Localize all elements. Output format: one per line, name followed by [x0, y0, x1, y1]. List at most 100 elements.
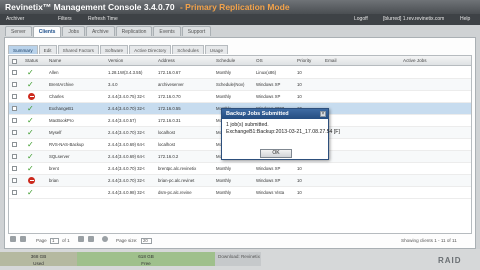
- row-checkbox[interactable]: [12, 154, 17, 159]
- cell-schedule: Monthly: [216, 166, 232, 171]
- user-host: [blurred] 1.rev.revinetix.com: [383, 16, 445, 22]
- subtab-shared-factors[interactable]: Shared Factors: [57, 45, 99, 54]
- cell-address: dsm-pc.alc.revine: [158, 190, 192, 195]
- cell-version: 2.4.4(3.4.0.70) 32-t: [108, 178, 145, 183]
- cell-address: 172.16.0.2: [158, 154, 179, 159]
- page-count: of 1: [62, 238, 70, 243]
- backup-jobs-dialog: Backup Jobs Submitted × 1 job(s) submitt…: [221, 108, 340, 160]
- subtab-usage[interactable]: Usage: [204, 45, 229, 54]
- cell-address: 172.16.0.67: [158, 70, 181, 75]
- row-checkbox[interactable]: [12, 142, 17, 147]
- row-checkbox[interactable]: [12, 94, 17, 99]
- tab-server[interactable]: Server: [5, 26, 32, 36]
- tab-events[interactable]: Events: [153, 26, 181, 36]
- cell-address: archiveserver: [158, 82, 184, 87]
- col-os[interactable]: OS: [256, 56, 263, 66]
- cell-priority: 10: [297, 166, 302, 171]
- table-row[interactable]: ✓ Allen 1.28.1W(3.4.3.55) 172.16.0.67 Monthl…: [9, 67, 471, 79]
- row-checkbox[interactable]: [12, 130, 17, 135]
- prev-page-button[interactable]: [20, 235, 26, 247]
- cell-version: 2.4.4(3.4.0.70) 32-t: [108, 166, 145, 171]
- free-space-segment: 618 GB Free: [77, 252, 215, 266]
- dialog-message: 1 job(s) submitted. ExchangeB1:Backup:20…: [226, 122, 340, 135]
- subtab-summary[interactable]: Summary: [8, 45, 38, 54]
- table-row[interactable]: Charles 2.4.4(3.4.0.75) 32-t 172.16.0.70 Mo…: [9, 91, 471, 103]
- col-version[interactable]: Version: [108, 56, 123, 66]
- ok-button[interactable]: OK: [260, 149, 292, 158]
- col-priority[interactable]: Priority: [297, 56, 311, 66]
- col-schedule[interactable]: Schedule: [216, 56, 235, 66]
- cell-priority: 10: [297, 70, 302, 75]
- col-active-jobs[interactable]: Active Jobs: [403, 56, 427, 66]
- used-space-label: Used: [33, 261, 44, 266]
- cell-os: Windows XP: [256, 166, 281, 171]
- status-ok-icon: ✓: [27, 68, 34, 77]
- sub-tabs: Summary Edit Shared Factors Software Act…: [8, 45, 229, 55]
- cell-name: ExchangeB1: [49, 106, 74, 111]
- cell-schedule: Monthly: [216, 70, 232, 75]
- select-all-checkbox[interactable]: [12, 59, 17, 64]
- table-row[interactable]: ✓ 2.4.4(3.4.0.98) 32-t dsm-pc.alc.revine Mo…: [9, 187, 471, 199]
- close-icon[interactable]: ×: [320, 111, 326, 117]
- col-email[interactable]: Email: [325, 56, 337, 66]
- cell-name: BrentArchive: [49, 82, 74, 87]
- free-space-value: 618 GB: [138, 254, 154, 259]
- row-checkbox[interactable]: [12, 178, 17, 183]
- page-label: Page: [36, 238, 47, 243]
- first-page-button[interactable]: [10, 235, 16, 247]
- cell-os: Windows XP: [256, 94, 281, 99]
- help-link[interactable]: Help: [460, 14, 470, 25]
- table-row[interactable]: brian 2.4.4(3.4.0.70) 32-t brian-pc.alc.re…: [9, 175, 471, 187]
- row-checkbox[interactable]: [12, 106, 17, 111]
- subtab-edit[interactable]: Edit: [38, 45, 57, 54]
- pager: Page 1 of 1 Page size: 20 Showing client…: [8, 235, 472, 247]
- subtab-active-directory[interactable]: Active Directory: [129, 45, 172, 54]
- status-ok-icon: ✓: [27, 188, 34, 197]
- replication-mode: - Primary Replication Mode: [179, 2, 290, 12]
- row-checkbox[interactable]: [12, 82, 17, 87]
- row-checkbox[interactable]: [12, 166, 17, 171]
- cell-os: Windows Vista: [256, 190, 285, 195]
- cell-priority: 10: [297, 190, 302, 195]
- table-row[interactable]: ✓ brent 2.4.4(3.4.0.70) 32-t brentpc.alc.re…: [9, 163, 471, 175]
- last-page-button[interactable]: [88, 235, 94, 247]
- filters-menu[interactable]: Filters: [58, 14, 72, 25]
- cell-os: Linux(x86): [256, 70, 277, 75]
- cell-priority: 10: [297, 178, 302, 183]
- col-address[interactable]: Address: [158, 56, 175, 66]
- col-name[interactable]: Name: [49, 56, 61, 66]
- cell-address: localhost: [158, 142, 175, 147]
- table-row[interactable]: ✓ BrentArchive 3.4.0 archiveserver Schedule(…: [9, 79, 471, 91]
- cell-version: 2.4.4(3.4.0.57): [108, 118, 136, 123]
- cell-version: 2.4.4(3.4.0.98) 32-t: [108, 190, 145, 195]
- archiver-menu[interactable]: Archiver: [6, 14, 24, 25]
- main-tabs: Server Clients Jobs Archive Replication …: [5, 26, 212, 37]
- tab-support[interactable]: Support: [181, 26, 212, 36]
- cell-schedule: Monthly: [216, 178, 232, 183]
- cell-address: 172.16.0.55: [158, 106, 181, 111]
- refresh-menu[interactable]: Refresh Time: [88, 14, 118, 25]
- cell-address: 172.16.0.31: [158, 118, 181, 123]
- cell-name: RVS-NAS-Backup: [49, 142, 84, 147]
- cell-version: 1.28.1W(3.4.3.55): [108, 70, 143, 75]
- tab-archive[interactable]: Archive: [85, 26, 115, 36]
- cell-address: brentpc.alc.revinetix: [158, 166, 197, 171]
- tab-jobs[interactable]: Jobs: [62, 26, 85, 36]
- subtab-software[interactable]: Software: [99, 45, 129, 54]
- status-error-icon: [28, 93, 35, 100]
- used-space-value: 368 GB: [30, 254, 47, 259]
- row-checkbox[interactable]: [12, 70, 17, 75]
- row-checkbox[interactable]: [12, 118, 17, 123]
- col-status[interactable]: Status: [25, 56, 38, 66]
- next-page-button[interactable]: [78, 235, 84, 247]
- page-number-value: 1: [52, 238, 55, 243]
- refresh-icon[interactable]: [102, 235, 108, 247]
- cell-name: SQLserver: [49, 154, 70, 159]
- cell-version: 2.4.4(3.4.0.69) 64-t: [108, 154, 145, 159]
- logoff-link[interactable]: Logoff: [354, 14, 368, 25]
- page-size-label: Page size:: [116, 238, 138, 243]
- tab-replication[interactable]: Replication: [115, 26, 153, 36]
- row-checkbox[interactable]: [12, 190, 17, 195]
- tab-clients[interactable]: Clients: [32, 26, 62, 37]
- subtab-schedules[interactable]: Schedules: [172, 45, 204, 54]
